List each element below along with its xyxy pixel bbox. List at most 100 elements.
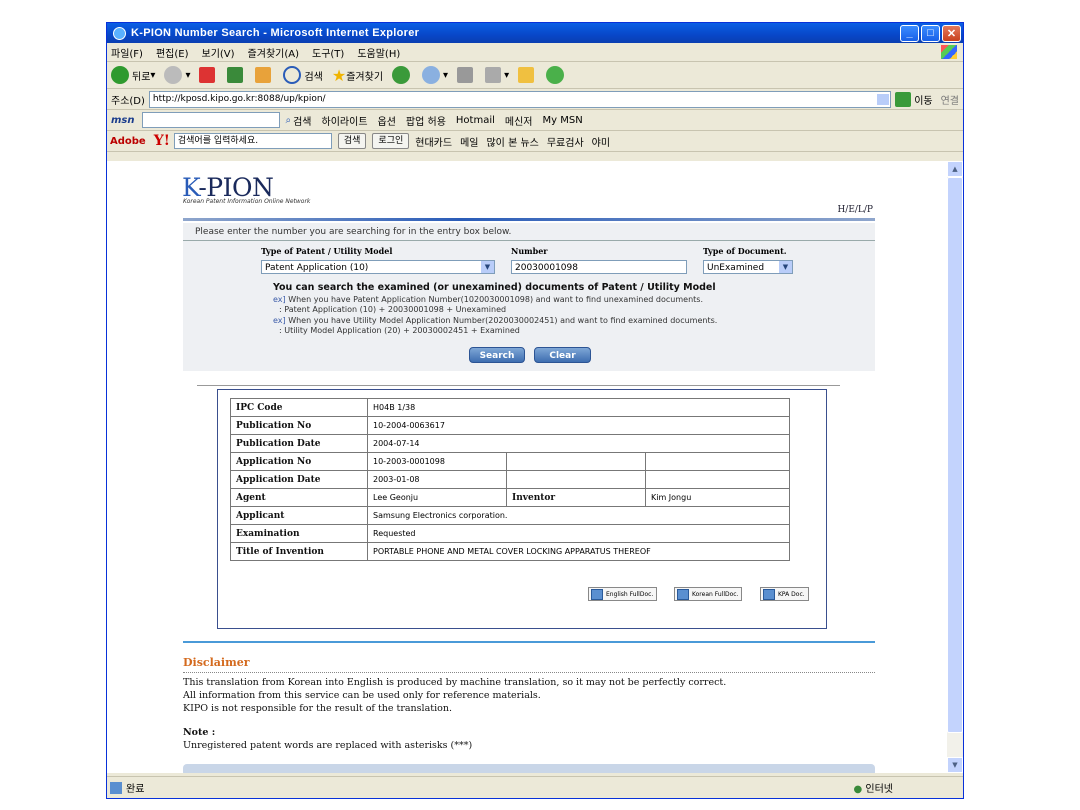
mail-button[interactable]: ▾ — [422, 66, 448, 84]
login-button[interactable]: 로그인 — [372, 133, 410, 149]
messenger-button[interactable] — [546, 66, 567, 84]
search-button[interactable]: Search — [469, 347, 525, 363]
korean-fulldoc-button[interactable]: Korean FullDoc. — [674, 587, 743, 601]
forward-arrow-icon — [164, 66, 183, 84]
table-row: IPC Code H04B 1/38 — [230, 398, 790, 417]
ipc-value: H04B 1/38 — [367, 398, 790, 417]
doc-type-select[interactable]: UnExamined ▼ — [703, 260, 793, 274]
result-box: IPC Code H04B 1/38 Publication No 10-2004-… — [217, 389, 827, 629]
yahoo-search-input[interactable]: 검색어를 입력하세요. — [173, 133, 332, 149]
messenger-link[interactable]: 메신저 — [505, 113, 533, 128]
popup-button[interactable]: 팝업 허용 — [406, 113, 446, 128]
title-bar[interactable]: K-PION Number Search - Microsoft Interne… — [107, 23, 963, 43]
news-link[interactable]: 많이 본 뉴스 — [486, 134, 538, 149]
links-label[interactable]: 연결 — [941, 92, 959, 107]
number-input[interactable]: 20030001098 — [511, 260, 687, 274]
adobe-button[interactable]: Adobe — [110, 136, 146, 147]
history-button[interactable] — [392, 66, 413, 84]
pubno-value: 10-2004-0063617 — [367, 416, 790, 435]
disclaimer-line-3: KIPO is not responsible for the result o… — [183, 703, 452, 714]
logo-subtitle: Korean Patent Information Online Network — [183, 198, 311, 205]
inventor-value: Kim Jongu — [645, 488, 790, 507]
pubno-label: Publication No — [230, 416, 368, 435]
pubdate-value: 2004-07-14 — [367, 434, 790, 453]
doc-type-label: Type of Document. — [703, 246, 787, 256]
yahoo-logo[interactable]: Y! — [154, 133, 170, 149]
free-link[interactable]: 무료검사 — [547, 134, 584, 149]
card-link[interactable]: 현대카드 — [415, 134, 452, 149]
maximize-button[interactable]: □ — [921, 24, 940, 42]
forward-button[interactable]: ▾ — [164, 66, 190, 84]
back-arrow-icon — [111, 66, 129, 84]
note-title: Note : — [183, 727, 216, 738]
msn-toolbar: msn ⌕ 검색 하이라이트 옵션 팝업 허용 Hotmail 메신저 My M… — [107, 110, 963, 131]
chevron-down-icon: ▼ — [779, 261, 792, 273]
back-button[interactable]: 뒤로 ▾ — [111, 66, 155, 84]
minimize-button[interactable]: _ — [900, 24, 919, 42]
refresh-button[interactable] — [227, 67, 246, 83]
mail-icon — [422, 66, 441, 84]
edit-icon — [485, 67, 502, 83]
help-link[interactable]: H/E/L/P — [837, 205, 873, 215]
mail-link[interactable]: 메일 — [460, 134, 478, 149]
chevron-down-icon: ▼ — [481, 261, 494, 273]
english-fulldoc-button[interactable]: English FullDoc. — [588, 587, 658, 601]
refresh-icon — [227, 67, 244, 83]
folder-button[interactable] — [518, 67, 537, 83]
menu-edit[interactable]: 편집(E) — [156, 45, 189, 60]
more-link[interactable]: 야미 — [592, 134, 610, 149]
appno-label: Application No — [230, 452, 368, 471]
scroll-thumb[interactable] — [947, 177, 963, 733]
go-button[interactable]: 이동 — [914, 92, 932, 107]
menu-help[interactable]: 도움말(H) — [357, 45, 400, 60]
number-label: Number — [511, 246, 548, 256]
search-icon — [283, 66, 302, 84]
msn-logo[interactable]: msn — [111, 115, 135, 126]
options-button[interactable]: 옵션 — [378, 113, 396, 128]
window-title: K-PION Number Search - Microsoft Interne… — [131, 27, 420, 39]
patent-type-select[interactable]: Patent Application (10) ▼ — [261, 260, 495, 274]
hotmail-button[interactable]: Hotmail — [456, 115, 495, 126]
scroll-up-button[interactable]: ▲ — [947, 161, 963, 177]
clear-button[interactable]: Clear — [534, 347, 591, 363]
status-text: 완료 — [126, 784, 145, 795]
menu-favorites[interactable]: 즐겨찾기(A) — [248, 45, 299, 60]
search-toolbar-button[interactable]: 검색 — [283, 66, 323, 84]
yahoo-search-button[interactable]: 검색 — [337, 133, 367, 149]
address-input[interactable]: http://kposd.kipo.go.kr:8088/up/kpion/ — [148, 90, 892, 108]
close-button[interactable]: ✕ — [942, 24, 961, 42]
highlight-button[interactable]: 하이라이트 — [322, 113, 368, 128]
document-icon — [591, 589, 603, 600]
hint-title: You can search the examined (or unexamin… — [273, 282, 716, 293]
disclaimer-line-1: This translation from Korean into Englis… — [183, 677, 727, 688]
document-icon — [763, 589, 775, 600]
hint-line-1b: : Patent Application (10) + 20030001098 … — [279, 305, 507, 314]
agent-label: Agent — [230, 488, 368, 507]
go-icon[interactable] — [895, 91, 912, 107]
windows-logo-icon — [941, 45, 957, 59]
page-content: K-PION Korean Patent Information Online … — [107, 161, 947, 773]
vertical-scrollbar[interactable]: ▲ ▼ — [947, 161, 963, 773]
menu-view[interactable]: 보기(V) — [202, 45, 235, 60]
messenger-icon — [546, 66, 565, 84]
dotted-divider — [183, 672, 875, 673]
applicant-value: Samsung Electronics corporation. — [367, 506, 790, 525]
edit-button[interactable]: ▾ — [485, 67, 509, 83]
chevron-down-icon[interactable] — [877, 93, 890, 105]
menu-tools[interactable]: 도구(T) — [312, 45, 344, 60]
kpa-doc-button[interactable]: KPA Doc. — [760, 587, 809, 601]
home-icon — [255, 67, 272, 83]
msn-search-input[interactable] — [141, 112, 280, 128]
footer-band — [183, 764, 875, 773]
globe-icon: ● — [853, 784, 863, 795]
mymsn-button[interactable]: My MSN — [543, 115, 583, 126]
scroll-down-button[interactable]: ▼ — [947, 757, 963, 773]
stop-button[interactable] — [199, 67, 218, 83]
agent-value: Lee Geonju — [367, 488, 507, 507]
menu-file[interactable]: 파일(F) — [111, 45, 143, 60]
msn-search-button[interactable]: 검색 — [293, 113, 311, 128]
favorites-button[interactable]: ★ 즐겨찾기 — [332, 66, 383, 85]
table-row: Examination Requested — [230, 524, 790, 543]
print-button[interactable] — [457, 67, 476, 83]
home-button[interactable] — [255, 67, 274, 83]
